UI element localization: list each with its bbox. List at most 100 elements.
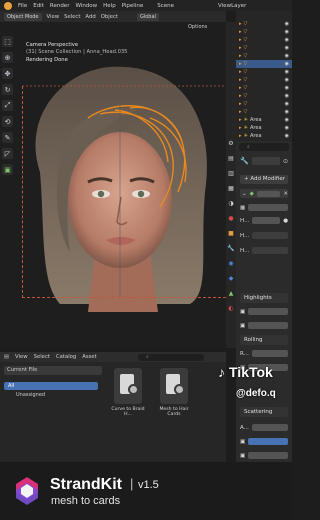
outliner-row[interactable]: ▸ ▽ ◉: [236, 44, 292, 52]
asset-menu-select[interactable]: Select: [34, 354, 50, 360]
visibility-eye-icon[interactable]: ◉: [285, 29, 289, 35]
visibility-eye-icon[interactable]: ◉: [285, 21, 289, 27]
collapse-triangle-icon[interactable]: ▸: [239, 77, 242, 83]
add-modifier-button[interactable]: + Add Modifier: [240, 175, 288, 184]
section-highlights[interactable]: Highlights: [240, 293, 288, 303]
collapse-triangle-icon[interactable]: ▸: [239, 85, 242, 91]
collapse-triangle-icon[interactable]: ▸: [239, 101, 242, 107]
visibility-eye-icon[interactable]: ◉: [285, 45, 289, 51]
property-field[interactable]: [248, 322, 288, 329]
property-field[interactable]: [248, 308, 288, 315]
physics-tab-icon[interactable]: ◉: [228, 260, 233, 267]
menu-help[interactable]: Help: [103, 3, 116, 9]
property-field[interactable]: [252, 247, 288, 254]
3d-viewport[interactable]: Camera Perspective (31) Scene Collection…: [0, 22, 226, 348]
visibility-eye-icon[interactable]: ◉: [285, 101, 289, 107]
outliner-row-selected[interactable]: ▸ ▽ ◉: [236, 60, 292, 68]
menu-edit[interactable]: Edit: [33, 3, 44, 9]
move-tool-icon[interactable]: ✥: [2, 68, 13, 79]
object-mode-dropdown[interactable]: Object Mode: [4, 12, 42, 21]
collapse-triangle-icon[interactable]: ▸: [239, 109, 242, 115]
menu-pipeline[interactable]: Pipeline: [122, 3, 144, 9]
view-layer-tab-icon[interactable]: ▦: [228, 185, 234, 192]
viewport-menu-select[interactable]: Select: [64, 14, 80, 20]
collapse-triangle-icon[interactable]: ▸: [239, 45, 242, 51]
material-tab-icon[interactable]: ◐: [228, 305, 233, 312]
collapse-triangle-icon[interactable]: ▸: [239, 21, 242, 27]
world-tab-icon[interactable]: ●: [228, 215, 233, 222]
menu-window[interactable]: Window: [75, 3, 97, 9]
collapse-triangle-icon[interactable]: ▸: [239, 133, 242, 139]
outliner-row[interactable]: ▸ ▽ ◉: [236, 108, 292, 116]
visibility-eye-icon[interactable]: ◉: [285, 69, 289, 75]
outliner-row[interactable]: ▸ ▽ ◉: [236, 92, 292, 100]
data-tab-icon[interactable]: ▲: [229, 290, 234, 297]
outliner-row[interactable]: ▸ ▽ ◉: [236, 84, 292, 92]
select-tool-icon[interactable]: ⬚: [2, 36, 13, 47]
asset-menu-asset[interactable]: Asset: [82, 354, 96, 360]
library-dropdown[interactable]: Current File: [4, 366, 102, 375]
collapse-triangle-icon[interactable]: ▸: [239, 37, 242, 43]
visibility-eye-icon[interactable]: ◉: [285, 125, 289, 131]
object-name-field[interactable]: [251, 157, 280, 165]
outliner-row[interactable]: ▸ ▽ ◉: [236, 100, 292, 108]
asset-search-input[interactable]: ⌕: [138, 354, 204, 361]
pin-icon[interactable]: ⊙: [283, 158, 288, 165]
collapse-triangle-icon[interactable]: ▸: [239, 117, 242, 123]
object-tab-icon[interactable]: ■: [228, 230, 234, 237]
modifier-header[interactable]: ⌄ ◆ ✕: [240, 189, 288, 198]
property-field[interactable]: [252, 217, 281, 224]
property-field[interactable]: [252, 232, 288, 239]
render-tab-icon[interactable]: ▤: [228, 155, 234, 162]
section-rolling[interactable]: Rolling: [240, 335, 288, 345]
properties-search-input[interactable]: ⌕: [239, 143, 289, 151]
expand-chevron-icon[interactable]: ⌄: [242, 191, 247, 197]
catalog-unassigned[interactable]: Unassigned: [4, 391, 98, 399]
viewport-menu-object[interactable]: Object: [101, 14, 118, 20]
close-icon[interactable]: ✕: [283, 191, 288, 197]
visibility-eye-icon[interactable]: ◉: [285, 117, 289, 123]
menu-file[interactable]: File: [18, 3, 27, 9]
collapse-triangle-icon[interactable]: ▸: [239, 69, 242, 75]
property-field[interactable]: [248, 452, 288, 459]
modifier-name-field[interactable]: [256, 190, 281, 197]
outliner-row[interactable]: ▸ ▽ ◉: [236, 76, 292, 84]
outliner-row[interactable]: ▸ ▽ ◉: [236, 20, 292, 28]
section-scattering[interactable]: Scattering: [240, 407, 288, 417]
cursor-tool-icon[interactable]: ⊕: [2, 52, 13, 63]
add-cube-tool-icon[interactable]: ▣: [2, 164, 13, 175]
outliner-row[interactable]: ▸ ☀ Area ◉: [236, 116, 292, 124]
outliner-row[interactable]: ▸ ☀ Area ◉: [236, 132, 292, 140]
constraint-tab-icon[interactable]: ◆: [229, 275, 234, 282]
view-layer-selector[interactable]: ViewLayer: [218, 3, 246, 9]
scale-tool-icon[interactable]: ⤢: [2, 100, 13, 111]
rotate-tool-icon[interactable]: ↻: [2, 84, 13, 95]
visibility-eye-icon[interactable]: ◉: [285, 93, 289, 99]
collapse-triangle-icon[interactable]: ▸: [239, 93, 242, 99]
outliner-row[interactable]: ▸ ▽ ◉: [236, 52, 292, 60]
visibility-eye-icon[interactable]: ◉: [285, 133, 289, 139]
editor-type-icon[interactable]: ▤: [4, 354, 9, 360]
options-dropdown[interactable]: Options: [188, 24, 207, 30]
output-tab-icon[interactable]: ▥: [228, 170, 234, 177]
collapse-triangle-icon[interactable]: ▸: [239, 125, 242, 131]
outliner-row[interactable]: ▸ ▽ ◉: [236, 68, 292, 76]
decorator-dot-icon[interactable]: ●: [283, 218, 288, 224]
modifier-tab-icon[interactable]: 🔧: [227, 245, 234, 252]
asset-menu-view[interactable]: View: [15, 354, 28, 360]
visibility-eye-icon[interactable]: ◉: [285, 53, 289, 59]
outliner-row[interactable]: ▸ ▽ ◉: [236, 36, 292, 44]
asset-card[interactable]: Curve to Braid H...: [108, 368, 148, 417]
scene-selector[interactable]: Scene: [157, 3, 174, 9]
collapse-triangle-icon[interactable]: ▸: [239, 61, 242, 67]
asset-menu-catalog[interactable]: Catalog: [56, 354, 76, 360]
visibility-eye-icon[interactable]: ◉: [285, 85, 289, 91]
visibility-eye-icon[interactable]: ◉: [285, 77, 289, 83]
viewport-menu-view[interactable]: View: [47, 14, 60, 20]
property-field[interactable]: [251, 350, 288, 357]
visibility-eye-icon[interactable]: ◉: [285, 37, 289, 43]
property-field-active[interactable]: [248, 438, 288, 445]
orientation-dropdown[interactable]: Global: [136, 12, 159, 21]
asset-card[interactable]: Mesh to Hair Cards: [154, 368, 194, 417]
collapse-triangle-icon[interactable]: ▸: [239, 53, 242, 59]
